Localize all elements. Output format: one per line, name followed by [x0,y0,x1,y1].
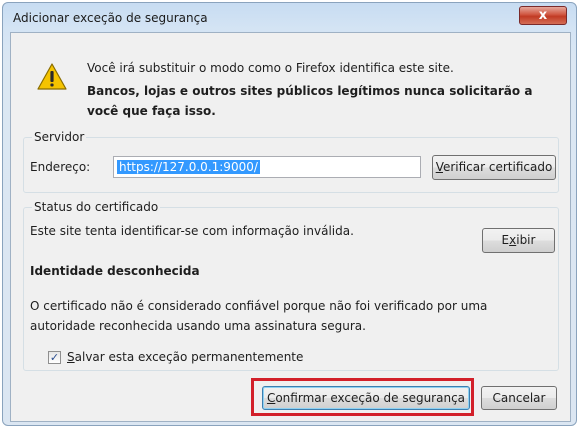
warning-detail: Bancos, lojas e outros sites públicos le… [87,84,533,118]
warning-message: Você irá substituir o modo como o Firefo… [87,61,454,75]
warning-icon [37,63,67,90]
address-label: Endereço: [30,160,91,174]
highlight-box [251,378,474,416]
close-button[interactable]: x [519,6,567,25]
permanent-checkbox[interactable]: ✓ [48,351,61,364]
certificate-status-group: Status do certificado Este site tenta id… [23,200,559,371]
cancel-button[interactable]: Cancelar [481,386,557,410]
identity-heading: Identidade desconhecida [30,264,200,278]
status-message: Este site tenta identificar-se com infor… [30,224,354,238]
address-value: https://127.0.0.1:9000/ [117,160,260,174]
server-group: Servidor Endereço: https://127.0.0.1:900… [23,130,559,193]
view-button[interactable]: Exibir [482,228,555,253]
verify-certificate-button[interactable]: Verificar certificado [432,155,556,180]
server-group-label: Servidor [32,130,87,144]
certificate-detail: O certificado não é considerado confiáve… [30,299,488,333]
status-group-label: Status do certificado [32,200,161,214]
permanent-label[interactable]: Salvar esta exceção permanentemente [67,350,303,364]
dialog-window: Adicionar exceção de segurança x Você ir… [2,2,577,426]
address-input[interactable]: https://127.0.0.1:9000/ [113,156,421,178]
dialog-title: Adicionar exceção de segurança [13,11,208,25]
close-icon: x [538,8,548,23]
check-icon: ✓ [49,351,60,364]
dialog-body: Você irá substituir o modo como o Firefo… [10,32,571,422]
